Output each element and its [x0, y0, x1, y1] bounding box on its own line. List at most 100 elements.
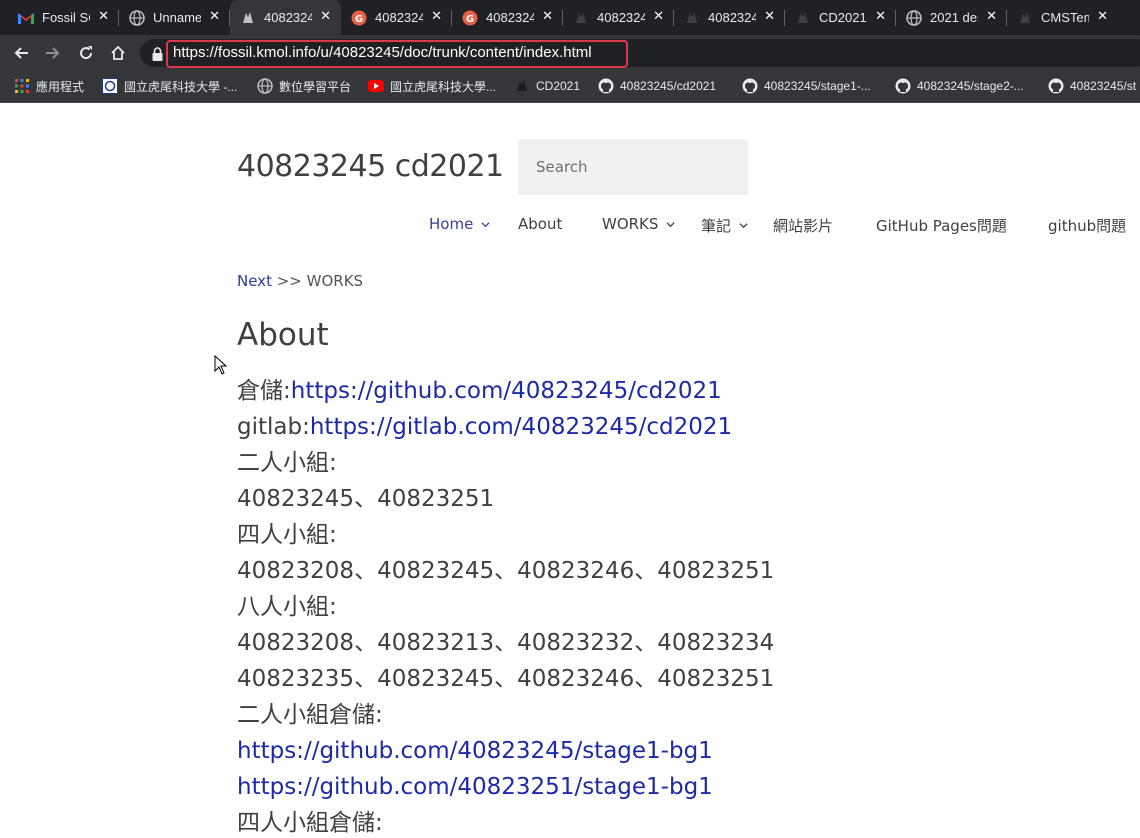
bookmark-github-st[interactable]: 40823245/st [1048, 76, 1140, 96]
chevron-down-icon [739, 223, 748, 229]
group2-repo-link-2-line: https://github.com/40823251/stage1-bg1 [237, 772, 713, 802]
group2-repo-link-1[interactable]: https://github.com/40823245/stage1-bg1 [237, 738, 713, 764]
tab-cd2021[interactable]: CD2021 ✕ [785, 0, 896, 35]
fossil-icon [514, 78, 530, 94]
repo-line: 倉儲:https://github.com/40823245/cd2021 [237, 376, 722, 406]
bookmark-github-stage1[interactable]: 40823245/stage1-... [742, 76, 871, 96]
chevron-down-icon [481, 221, 490, 227]
tab-title: 40823245 [708, 10, 756, 25]
fossil-icon [795, 10, 811, 26]
tab-active-40823245[interactable]: 40823245 ✕ [230, 0, 341, 35]
tab-2021-design[interactable]: 2021 design ✕ [896, 0, 1007, 35]
gitlab-label: gitlab: [237, 414, 310, 440]
tab-fossil-3[interactable]: 40823245 ✕ [674, 0, 785, 35]
bookmark-cd2021[interactable]: CD2021 [514, 76, 580, 96]
bookmark-github-stage2[interactable]: 40823245/stage2-... [895, 76, 1024, 96]
bookmark-nfu[interactable]: 國立虎尾科技大學 -... [102, 76, 237, 96]
nav-notes-label: 筆記 [701, 217, 732, 235]
globe-icon [906, 10, 922, 26]
close-icon[interactable]: ✕ [320, 9, 331, 25]
nav-github-pages[interactable]: GitHub Pages問題 [876, 215, 1007, 236]
svg-text:G: G [466, 14, 474, 25]
forward-arrow-icon[interactable] [39, 39, 67, 67]
close-icon[interactable]: ✕ [98, 9, 109, 25]
nav-home-label: Home [429, 215, 474, 233]
bookmark-label: 數位學習平台 [279, 79, 352, 94]
close-icon[interactable]: ✕ [209, 9, 220, 25]
bookmark-label: 應用程式 [36, 79, 85, 94]
nav-notes[interactable]: 筆記 [701, 215, 748, 236]
breadcrumb: Next >> WORKS [237, 272, 363, 290]
close-icon[interactable]: ✕ [986, 9, 997, 25]
tab-fossil[interactable]: Fossil SCM ✕ [8, 0, 119, 35]
nav-site-videos-label: 網站影片 [773, 217, 834, 235]
nav-home[interactable]: Home [429, 215, 490, 233]
nav-github-issues[interactable]: github問題 [1048, 215, 1126, 236]
nfu-logo-icon [102, 78, 118, 94]
group4-label: 四人小組: [237, 522, 337, 548]
site-title[interactable]: 40823245 cd2021 [237, 149, 504, 184]
nav-works-label: WORKS [602, 215, 659, 233]
tab-title: 2021 design [930, 10, 978, 25]
close-icon[interactable]: ✕ [431, 9, 442, 25]
github-icon [598, 78, 614, 94]
nav-site-videos[interactable]: 網站影片 [773, 215, 833, 236]
tab-title: 40823245 [264, 10, 312, 25]
fossil-icon [684, 10, 700, 26]
bookmark-elearning[interactable]: 數位學習平台 [257, 76, 351, 96]
close-icon[interactable]: ✕ [653, 9, 664, 25]
bookmark-apps[interactable]: 應用程式 [14, 76, 84, 96]
home-icon[interactable] [104, 39, 132, 67]
tab-title: 40823245 [375, 10, 423, 25]
bookmark-youtube-nfu[interactable]: 國立虎尾科技大學... [368, 76, 496, 96]
close-icon[interactable]: ✕ [875, 9, 886, 25]
fossil-icon [1017, 10, 1033, 26]
url-highlight-box [166, 40, 628, 68]
tab-gitlab-1[interactable]: G 40823245 ✕ [341, 0, 452, 35]
close-icon[interactable]: ✕ [764, 9, 775, 25]
tab-gitlab-2[interactable]: G 40823245 ✕ [452, 0, 563, 35]
nav-about[interactable]: About [518, 215, 562, 233]
svg-text:G: G [355, 14, 363, 25]
group2-members: 40823245、40823251 [237, 486, 495, 512]
tab-unnamed[interactable]: Unnamed ✕ [119, 0, 230, 35]
reload-icon[interactable] [72, 39, 100, 67]
next-link[interactable]: Next [237, 272, 272, 290]
bookmark-label: 國立虎尾科技大學 -... [124, 79, 238, 94]
nav-github-pages-label: GitHub Pages問題 [876, 217, 1007, 235]
tab-fossil-2[interactable]: 40823245 ✕ [563, 0, 674, 35]
group4-repo-label: 四人小組倉儲: [237, 810, 383, 836]
tab-title: CD2021 [819, 10, 867, 25]
web-page: 40823245 cd2021 Home About WORKS 筆記 網站影片… [0, 103, 1140, 836]
tab-cmstemplate[interactable]: CMSTemplate ✕ [1007, 0, 1118, 35]
bookmark-label: 40823245/stage2-... [917, 79, 1024, 93]
gitlab-g-icon: G [462, 10, 478, 26]
globe-icon [257, 78, 273, 94]
bookmark-label: 國立虎尾科技大學... [390, 79, 497, 94]
search-input[interactable] [518, 139, 748, 195]
bookmark-label: 40823245/st [1070, 79, 1137, 93]
group8-label: 八人小組: [237, 594, 337, 620]
group8-members-row1: 40823208、40823213、40823232、40823234 [237, 630, 775, 656]
group4-members: 40823208、40823245、40823246、40823251 [237, 558, 775, 584]
close-icon[interactable]: ✕ [1097, 9, 1108, 25]
group2-repo-link-2[interactable]: https://github.com/40823251/stage1-bg1 [237, 774, 713, 800]
breadcrumb-text: >> WORKS [276, 272, 364, 290]
bookmark-github-cd2021[interactable]: 40823245/cd2021 [598, 76, 716, 96]
bookmark-label: 40823245/cd2021 [620, 79, 717, 93]
fossil-icon [573, 10, 589, 26]
gitlab-g-icon: G [351, 10, 367, 26]
nav-works[interactable]: WORKS [602, 215, 675, 233]
back-arrow-icon[interactable] [7, 39, 35, 67]
apps-grid-icon [14, 78, 30, 94]
repo-link[interactable]: https://github.com/40823245/cd2021 [291, 378, 722, 404]
bookmark-label: 40823245/stage1-... [764, 79, 871, 93]
github-icon [1048, 78, 1064, 94]
youtube-icon [368, 78, 384, 94]
mouse-pointer-icon [214, 355, 228, 375]
close-icon[interactable]: ✕ [542, 9, 553, 25]
fossil-icon [240, 10, 256, 26]
gitlab-link[interactable]: https://gitlab.com/40823245/cd2021 [310, 414, 732, 440]
group2-label: 二人小組: [237, 450, 337, 476]
gmail-icon [18, 10, 34, 26]
